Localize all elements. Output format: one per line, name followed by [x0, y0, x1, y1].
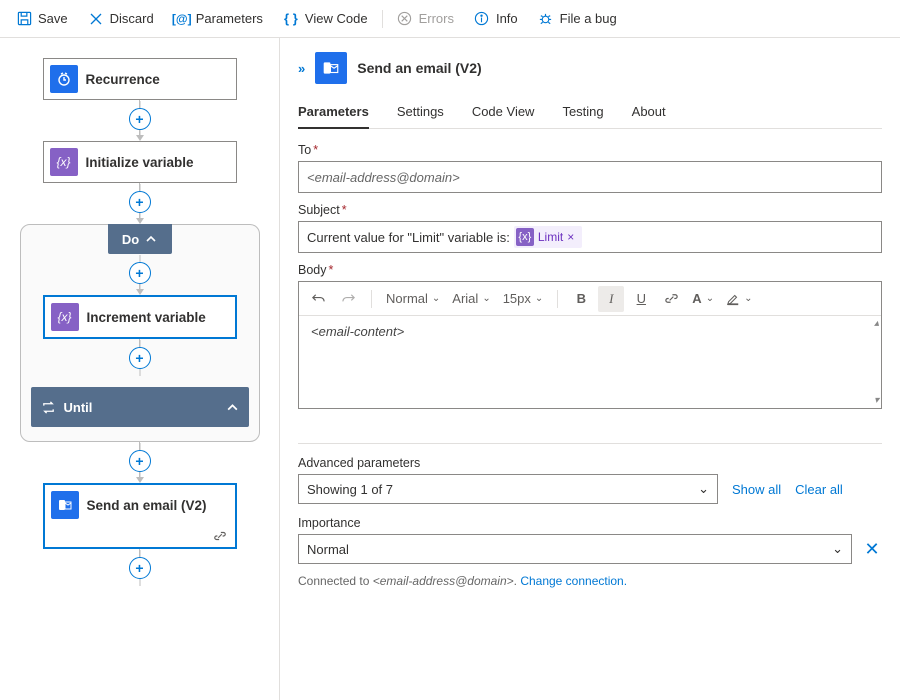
discard-icon	[88, 11, 104, 27]
undo-button[interactable]	[305, 286, 331, 312]
italic-button[interactable]: I	[598, 286, 624, 312]
clock-icon	[50, 65, 78, 93]
body-editor: Normal⌄ Arial⌄ 15px⌄ B I U A⌄ ⌄ <email-c…	[298, 281, 882, 409]
underline-button[interactable]: U	[628, 286, 654, 312]
importance-select[interactable]: Normal ⌄	[298, 534, 852, 564]
save-label: Save	[38, 11, 68, 26]
tab-about[interactable]: About	[632, 98, 666, 128]
code-icon: { }	[283, 11, 299, 27]
add-step-button[interactable]: +	[129, 191, 151, 213]
viewcode-button[interactable]: { } View Code	[275, 7, 376, 31]
details-panel: » Send an email (V2) Parameters Settings…	[280, 38, 900, 700]
save-icon	[16, 11, 32, 27]
until-label: Until	[64, 400, 93, 415]
font-size-select[interactable]: 15px⌄	[499, 291, 548, 306]
errors-button: Errors	[389, 7, 462, 31]
toolbar-separator	[382, 10, 383, 28]
until-header[interactable]: Until	[31, 387, 249, 427]
card-init-label: Initialize variable	[86, 155, 194, 170]
info-button[interactable]: Info	[466, 7, 526, 31]
info-icon	[474, 11, 490, 27]
chevron-up-icon	[145, 233, 157, 245]
parameters-button[interactable]: [@] Parameters	[166, 7, 271, 31]
top-toolbar: Save Discard [@] Parameters { } View Cod…	[0, 0, 900, 38]
save-button[interactable]: Save	[8, 7, 76, 31]
panel-tabs: Parameters Settings Code View Testing Ab…	[298, 98, 882, 129]
add-step-button[interactable]: +	[129, 450, 151, 472]
chevron-down-icon: ⌄	[698, 481, 709, 497]
bold-button[interactable]: B	[568, 286, 594, 312]
variable-icon: {x}	[51, 303, 79, 331]
card-send-email[interactable]: Send an email (V2)	[43, 483, 237, 549]
to-label: To*	[298, 143, 882, 157]
outlook-icon	[51, 491, 79, 519]
card-recurrence[interactable]: Recurrence	[43, 58, 237, 100]
token-remove-button[interactable]: ×	[567, 230, 574, 244]
subject-text: Current value for "Limit" variable is:	[307, 230, 510, 245]
bug-label: File a bug	[560, 11, 617, 26]
errors-icon	[397, 11, 413, 27]
variable-icon: {x}	[50, 148, 78, 176]
change-connection-link[interactable]: Change connection.	[520, 574, 627, 588]
variable-token-limit[interactable]: {x} Limit ×	[514, 226, 582, 248]
rte-toolbar: Normal⌄ Arial⌄ 15px⌄ B I U A⌄ ⌄	[299, 282, 881, 316]
card-increment-variable[interactable]: {x} Increment variable	[43, 295, 237, 339]
tab-testing[interactable]: Testing	[562, 98, 603, 128]
font-color-button[interactable]: A⌄	[688, 291, 718, 306]
workflow-canvas[interactable]: Recurrence + {x} Initialize variable + D…	[0, 38, 280, 700]
viewcode-label: View Code	[305, 11, 368, 26]
collapse-panel-button[interactable]: »	[298, 61, 305, 76]
connection-icon	[213, 529, 227, 543]
tab-settings[interactable]: Settings	[397, 98, 444, 128]
discard-label: Discard	[110, 11, 154, 26]
remove-importance-button[interactable]: ✕	[862, 539, 882, 560]
body-label: Body*	[298, 263, 882, 277]
tab-code-view[interactable]: Code View	[472, 98, 535, 128]
add-step-button[interactable]: +	[129, 108, 151, 130]
variable-icon: {x}	[516, 228, 534, 246]
subject-label: Subject*	[298, 203, 882, 217]
add-step-button[interactable]: +	[129, 557, 151, 579]
tab-parameters[interactable]: Parameters	[298, 98, 369, 129]
parameters-label: Parameters	[196, 11, 263, 26]
bug-icon	[538, 11, 554, 27]
highlight-color-button[interactable]: ⌄	[722, 292, 756, 306]
chevron-down-icon: ⌄	[832, 541, 843, 557]
discard-button[interactable]: Discard	[80, 7, 162, 31]
redo-button[interactable]	[335, 286, 361, 312]
clear-all-link[interactable]: Clear all	[795, 482, 843, 497]
bug-button[interactable]: File a bug	[530, 7, 625, 31]
body-textarea[interactable]: <email-content> ▴ ▾	[299, 316, 881, 408]
chevron-up-icon	[226, 401, 239, 414]
to-input[interactable]: <email-address@domain>	[298, 161, 882, 193]
link-button[interactable]	[658, 286, 684, 312]
loop-icon	[41, 400, 56, 415]
add-step-button[interactable]: +	[129, 262, 151, 284]
importance-label: Importance	[298, 516, 882, 530]
do-label: Do	[122, 232, 139, 247]
connection-info: Connected to <email-address@domain>. Cha…	[298, 574, 882, 588]
parameters-icon: [@]	[174, 11, 190, 27]
errors-label: Errors	[419, 11, 454, 26]
show-all-link[interactable]: Show all	[732, 482, 781, 497]
panel-title: Send an email (V2)	[357, 60, 481, 76]
advanced-parameters-label: Advanced parameters	[298, 456, 882, 470]
highlight-icon	[726, 292, 740, 306]
info-label: Info	[496, 11, 518, 26]
advanced-parameters-select[interactable]: Showing 1 of 7 ⌄	[298, 474, 718, 504]
until-container: Do + {x} Increment variable + Unti	[20, 224, 260, 442]
font-family-select[interactable]: Arial⌄	[448, 291, 494, 306]
card-recurrence-label: Recurrence	[86, 72, 160, 87]
scroll-up-icon[interactable]: ▴	[874, 318, 879, 329]
card-email-label: Send an email (V2)	[87, 498, 207, 513]
add-step-button[interactable]: +	[129, 347, 151, 369]
divider	[298, 443, 882, 444]
card-initialize-variable[interactable]: {x} Initialize variable	[43, 141, 237, 183]
outlook-icon	[315, 52, 347, 84]
card-increment-label: Increment variable	[87, 310, 206, 325]
subject-input[interactable]: Current value for "Limit" variable is: {…	[298, 221, 882, 253]
paragraph-style-select[interactable]: Normal⌄	[382, 291, 444, 306]
do-header[interactable]: Do	[108, 224, 172, 254]
scroll-down-icon[interactable]: ▾	[874, 395, 879, 406]
